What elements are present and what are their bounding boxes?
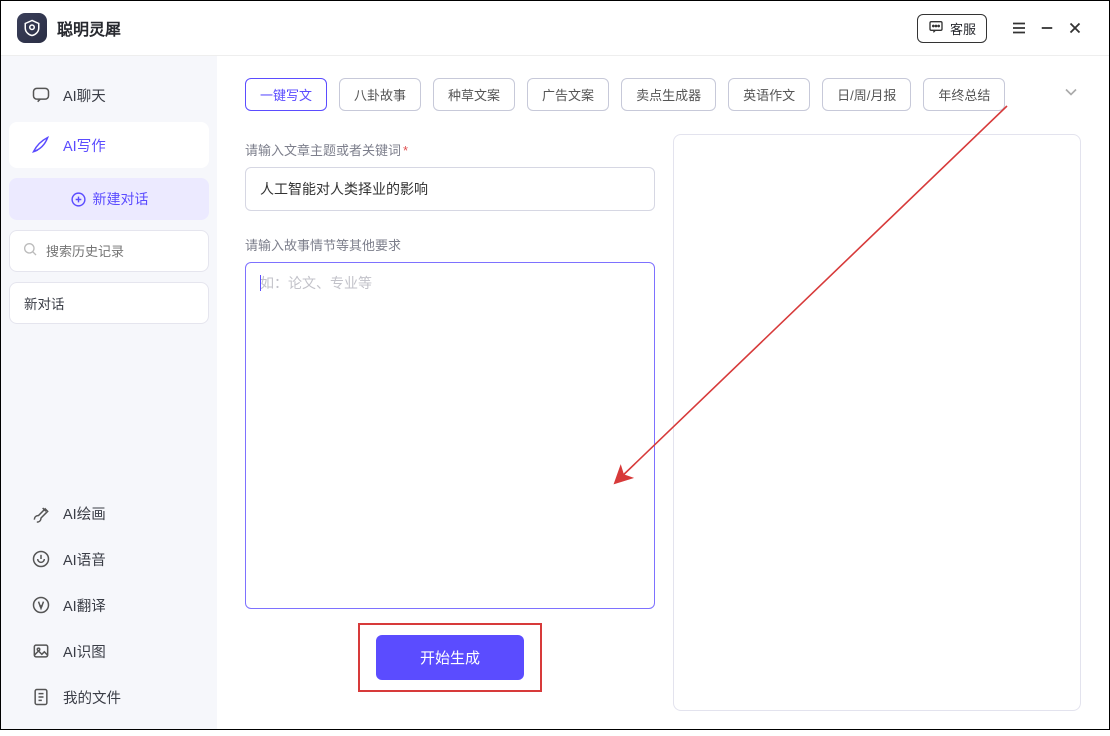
search-icon [22,241,38,262]
sidebar-item-ai-translate[interactable]: AI翻译 [9,583,209,627]
titlebar: 聪明灵犀 客服 [1,1,1109,56]
tab-selling-point[interactable]: 卖点生成器 [621,78,716,111]
extra-textarea-wrap[interactable] [245,262,655,609]
minimize-icon[interactable] [1033,19,1061,37]
tab-gossip-story[interactable]: 八卦故事 [339,78,421,111]
extra-label: 请输入故事情节等其他要求 [245,235,655,254]
history-item[interactable]: 新对话 [9,282,209,324]
new-chat-button[interactable]: 新建对话 [9,178,209,220]
tab-english-essay[interactable]: 英语作文 [728,78,810,111]
chat-dots-icon [928,19,944,38]
tab-seeding-copy[interactable]: 种草文案 [433,78,515,111]
text-caret [260,275,261,291]
history-item-label: 新对话 [24,293,65,313]
customer-service-label: 客服 [950,19,976,38]
annotation-highlight-box: 开始生成 [358,623,542,692]
topic-label: 请输入文章主题或者关键词* [245,140,655,159]
app-logo [17,13,47,43]
sidebar-item-ai-chat[interactable]: AI聊天 [9,72,209,118]
close-icon[interactable] [1061,19,1089,37]
sidebar-item-label: AI识图 [63,641,106,662]
sidebar-item-ai-voice[interactable]: AI语音 [9,537,209,581]
new-chat-label: 新建对话 [93,189,149,209]
tab-one-click-write[interactable]: 一键写文 [245,78,327,111]
tab-year-summary[interactable]: 年终总结 [923,78,1005,111]
sidebar-item-label: AI写作 [63,135,106,156]
app-title: 聪明灵犀 [57,16,121,40]
sidebar: AI聊天 AI写作 新建对话 新对话 AI绘画 AI [1,56,217,729]
sidebar-item-ai-draw[interactable]: AI绘画 [9,491,209,535]
tab-ad-copy[interactable]: 广告文案 [527,78,609,111]
sidebar-item-ai-image[interactable]: AI识图 [9,629,209,673]
sidebar-item-label: AI聊天 [63,85,106,106]
tabs-expand-button[interactable] [1061,82,1081,107]
generate-button[interactable]: 开始生成 [376,635,524,680]
template-tabs: 一键写文 八卦故事 种草文案 广告文案 卖点生成器 英语作文 日/周/月报 年终… [245,78,1081,111]
search-history[interactable] [9,230,209,272]
tab-report[interactable]: 日/周/月报 [822,78,911,111]
chevron-down-icon [1061,89,1081,106]
sidebar-item-label: AI绘画 [63,503,106,524]
sidebar-item-label: AI翻译 [63,595,106,616]
output-panel [673,134,1081,711]
main-area: 一键写文 八卦故事 种草文案 广告文案 卖点生成器 英语作文 日/周/月报 年终… [217,56,1109,729]
sidebar-item-ai-write[interactable]: AI写作 [9,122,209,168]
sidebar-item-label: 我的文件 [63,687,121,708]
extra-textarea[interactable] [260,273,640,593]
sidebar-item-label: AI语音 [63,549,106,570]
topic-input[interactable] [245,167,655,211]
customer-service-button[interactable]: 客服 [917,14,987,43]
menu-icon[interactable] [1005,19,1033,37]
required-mark: * [403,143,408,158]
search-input[interactable] [46,244,222,259]
sidebar-item-my-files[interactable]: 我的文件 [9,675,209,719]
